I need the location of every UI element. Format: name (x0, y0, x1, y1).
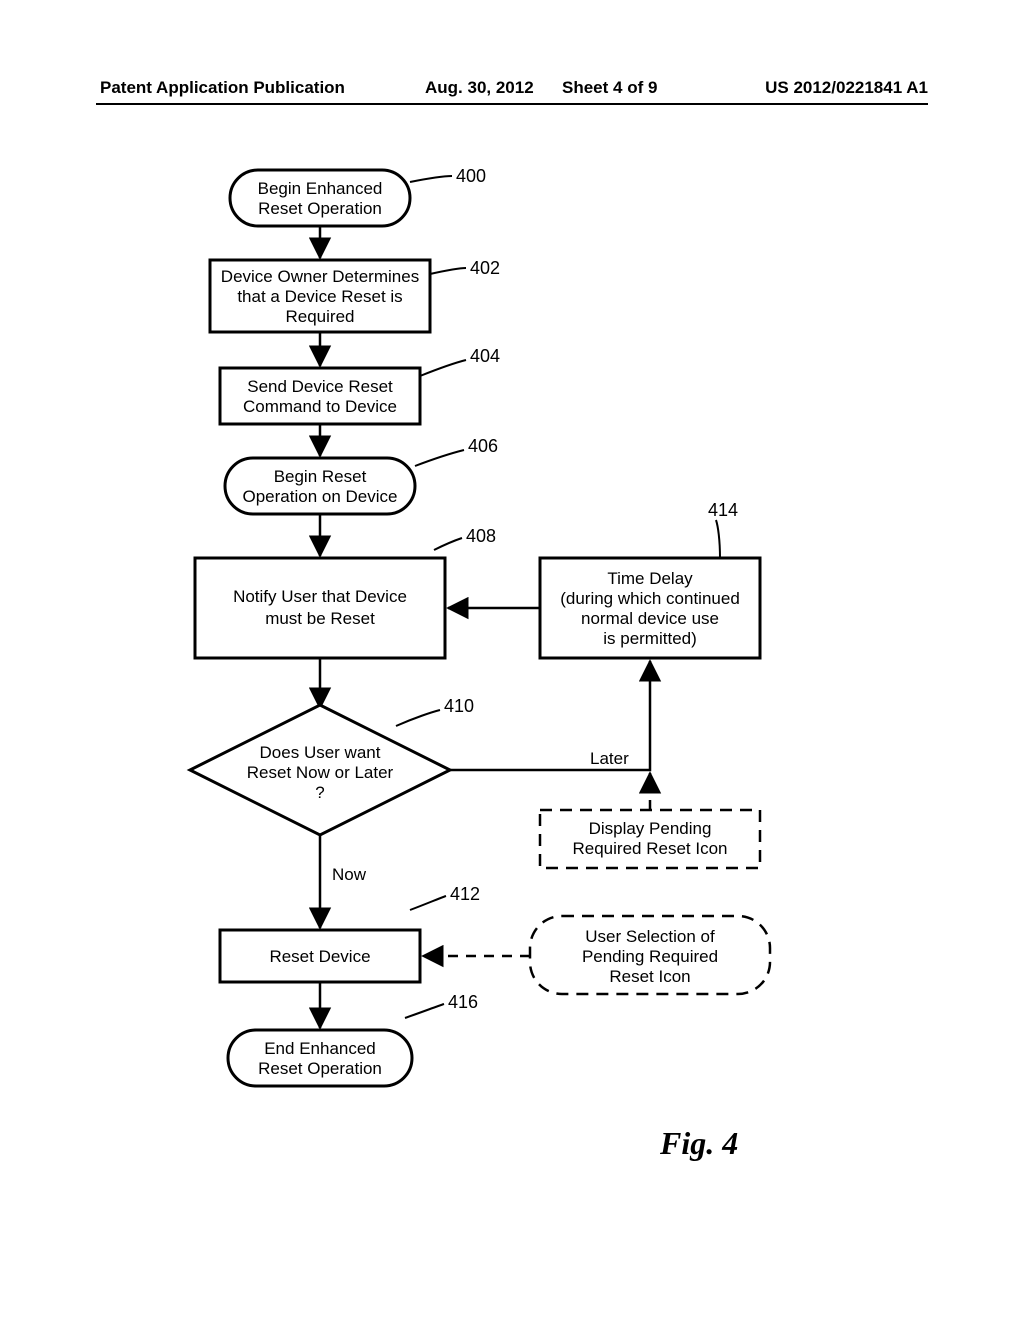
header-rule (96, 103, 928, 105)
branch-later: Later (590, 749, 629, 768)
ref-402: 402 (470, 258, 500, 278)
header-pubno: US 2012/0221841 A1 (765, 78, 928, 98)
header-date: Aug. 30, 2012 (425, 78, 534, 98)
branch-now: Now (332, 865, 367, 884)
flowchart: .box { fill:#fff; stroke:#000; stroke-wi… (100, 150, 924, 1210)
node-402-line1: Device Owner Determines (221, 267, 419, 286)
pending-display-line2: Required Reset Icon (573, 839, 728, 858)
node-406-line2: Operation on Device (243, 487, 398, 506)
node-412-line1: Reset Device (269, 947, 370, 966)
node-400-line1: Begin Enhanced (258, 179, 383, 198)
node-410-line1: Does User want (260, 743, 381, 762)
node-404-line1: Send Device Reset (247, 377, 393, 396)
pending-select-line3: Reset Icon (609, 967, 690, 986)
figure-caption: Fig. 4 (660, 1125, 738, 1162)
node-408 (195, 558, 445, 658)
header-left: Patent Application Publication (100, 78, 345, 98)
node-414-line2: (during which continued (560, 589, 740, 608)
ref-412: 412 (450, 884, 480, 904)
pending-select-line1: User Selection of (585, 927, 715, 946)
ref-416: 416 (448, 992, 478, 1012)
ref-410: 410 (444, 696, 474, 716)
node-414-line4: is permitted) (603, 629, 697, 648)
node-410-line3: ? (315, 783, 324, 802)
ref-404: 404 (470, 346, 500, 366)
node-402-line2: that a Device Reset is (237, 287, 402, 306)
node-416-line2: Reset Operation (258, 1059, 382, 1078)
node-416-line1: End Enhanced (264, 1039, 376, 1058)
ref-414: 414 (708, 500, 738, 520)
ref-406: 406 (468, 436, 498, 456)
node-408-line2: must be Reset (265, 609, 375, 628)
node-408-line1: Notify User that Device (233, 587, 407, 606)
pending-select-line2: Pending Required (582, 947, 718, 966)
node-402-line3: Required (286, 307, 355, 326)
node-400-line2: Reset Operation (258, 199, 382, 218)
ref-408: 408 (466, 526, 496, 546)
pending-display-line1: Display Pending (589, 819, 712, 838)
node-414-line1: Time Delay (607, 569, 693, 588)
node-404-line2: Command to Device (243, 397, 397, 416)
node-414-line3: normal device use (581, 609, 719, 628)
node-410-line2: Reset Now or Later (247, 763, 394, 782)
node-406-line1: Begin Reset (274, 467, 367, 486)
header-sheet: Sheet 4 of 9 (562, 78, 657, 98)
ref-400: 400 (456, 166, 486, 186)
